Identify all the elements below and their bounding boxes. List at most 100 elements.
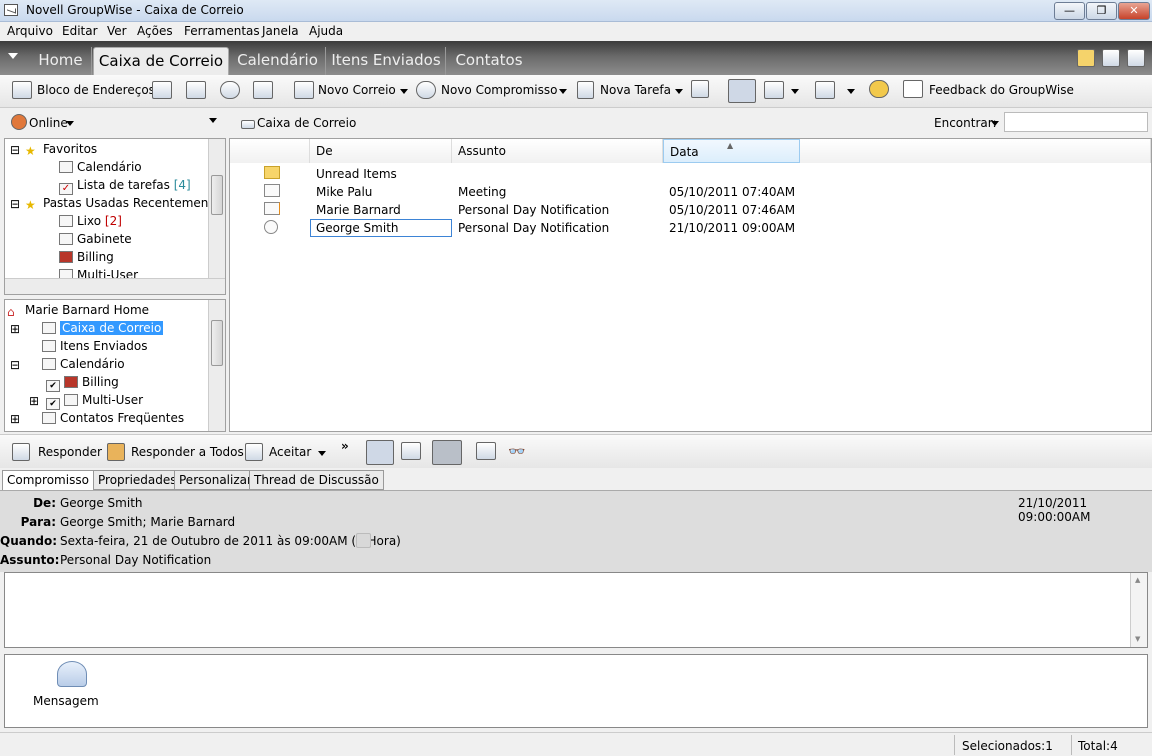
- maximize-button[interactable]: ❐: [1086, 2, 1117, 20]
- new-appointment-dropdown-icon[interactable]: [559, 89, 567, 94]
- favorites-scrollbar[interactable]: [208, 139, 225, 278]
- folders-icon[interactable]: [1077, 49, 1095, 67]
- find-label[interactable]: Encontrar:: [934, 116, 997, 130]
- folder-multi-user[interactable]: ✔ Multi-User: [46, 393, 143, 410]
- feedback-button[interactable]: Feedback do GroupWise: [929, 83, 1074, 97]
- nav-dropdown-icon[interactable]: [8, 53, 18, 59]
- tree-expander-icon[interactable]: ⊟: [10, 143, 20, 157]
- tab-home[interactable]: Home: [30, 47, 92, 75]
- tab-calendario[interactable]: Calendário: [230, 47, 326, 75]
- favorite-item-calendario[interactable]: Calendário: [59, 160, 142, 174]
- list-view-icon[interactable]: [1102, 49, 1120, 67]
- layout-icon[interactable]: [764, 81, 784, 99]
- properties-icon[interactable]: [152, 81, 172, 99]
- table-row[interactable]: Marie Barnard Personal Day Notification …: [230, 201, 1152, 219]
- tab-compromisso[interactable]: Compromisso: [2, 470, 94, 491]
- new-task-button[interactable]: Nova Tarefa: [600, 83, 671, 97]
- folder-itens-enviados[interactable]: Itens Enviados: [42, 339, 148, 353]
- accept-dropdown-icon[interactable]: [318, 451, 326, 456]
- tab-contatos[interactable]: Contatos: [447, 47, 531, 75]
- panel-menu-caret-icon[interactable]: [209, 118, 217, 123]
- tree-expander-icon[interactable]: ⊞: [29, 394, 39, 408]
- tree-expander-icon[interactable]: ⊟: [10, 358, 20, 372]
- online-status-dropdown[interactable]: Online: [29, 116, 68, 130]
- reply-all-button[interactable]: Responder a Todos: [131, 445, 244, 459]
- menu-janela[interactable]: Janela: [262, 24, 299, 38]
- tab-itens-enviados[interactable]: Itens Enviados: [327, 47, 446, 75]
- favorites-hscrollbar[interactable]: [5, 278, 225, 294]
- reminder-checkbox[interactable]: [356, 533, 371, 548]
- tab-propriedades[interactable]: Propriedades: [93, 470, 182, 490]
- menu-acoes[interactable]: Ações: [137, 24, 173, 38]
- table-view-icon[interactable]: [815, 81, 835, 99]
- folder-billing[interactable]: ✔ Billing: [46, 375, 119, 392]
- folder-tree-panel: ⌂ Marie Barnard Home ⊞ Caixa de Correio I…: [4, 299, 226, 432]
- tree-expander-icon[interactable]: ⊟: [10, 197, 20, 211]
- table-row-selected[interactable]: George Smith Personal Day Notification 2…: [230, 219, 1152, 237]
- menu-ajuda[interactable]: Ajuda: [309, 24, 343, 38]
- close-button[interactable]: ✕: [1118, 2, 1150, 20]
- favorite-item-tasklist[interactable]: ✓ Lista de tarefas [4]: [59, 178, 191, 195]
- recent-item-billing[interactable]: Billing: [59, 250, 114, 264]
- table-dropdown-icon[interactable]: [847, 89, 855, 94]
- new-task-dropdown-icon[interactable]: [675, 89, 683, 94]
- tab-caixa-de-correio[interactable]: Caixa de Correio: [93, 47, 229, 75]
- online-status-icon: [11, 114, 27, 130]
- body-scrollbar[interactable]: ▲ ▼: [1130, 573, 1147, 647]
- preview-icon[interactable]: [366, 440, 394, 465]
- attachment-icon[interactable]: [432, 440, 462, 465]
- minimize-button[interactable]: —: [1054, 2, 1085, 20]
- address-book-button[interactable]: Bloco de Endereços: [37, 83, 155, 97]
- new-mail-button[interactable]: Novo Correio: [318, 83, 396, 97]
- grid-view-icon[interactable]: [1127, 49, 1145, 67]
- more-actions-button[interactable]: »: [341, 439, 349, 453]
- find-caret-icon[interactable]: [991, 121, 999, 126]
- table-row[interactable]: Mike Palu Meeting 05/10/2011 07:40AM: [230, 183, 1152, 201]
- column-header-empty: [800, 139, 1151, 163]
- reading-pane-icon[interactable]: [728, 79, 756, 103]
- message-attachment-icon[interactable]: [57, 661, 87, 687]
- column-header-subject[interactable]: Assunto: [452, 139, 663, 163]
- forward-mail-icon[interactable]: [476, 442, 496, 460]
- recent-item-gabinete[interactable]: Gabinete: [59, 232, 132, 246]
- find-input[interactable]: [1004, 112, 1148, 132]
- print-icon[interactable]: [186, 81, 206, 99]
- checkbox-icon[interactable]: ✔: [46, 380, 60, 392]
- menu-ferramentas[interactable]: Ferramentas: [184, 24, 260, 38]
- menu-editar[interactable]: Editar: [62, 24, 98, 38]
- message-body[interactable]: ▲ ▼: [4, 572, 1148, 648]
- table-row[interactable]: Unread Items: [230, 165, 1152, 183]
- new-mail-dropdown-icon[interactable]: [400, 89, 408, 94]
- tab-thread-de-discussao[interactable]: Thread de Discussão: [249, 470, 384, 490]
- subject-label: Assunto:: [0, 553, 60, 567]
- favorites-node[interactable]: ★ Favoritos: [25, 142, 97, 158]
- home-node[interactable]: ⌂ Marie Barnard Home: [7, 303, 149, 319]
- folder-calendario[interactable]: Calendário: [42, 357, 125, 371]
- tree-expander-icon[interactable]: ⊞: [10, 322, 20, 336]
- folder-contatos-frequentes[interactable]: Contatos Freqüentes: [42, 411, 184, 425]
- reply-button[interactable]: Responder: [38, 445, 102, 459]
- new-document-icon[interactable]: [691, 80, 709, 98]
- menu-ver[interactable]: Ver: [107, 24, 127, 38]
- column-header-from[interactable]: De: [310, 139, 452, 163]
- search-icon[interactable]: [220, 81, 240, 99]
- online-caret-icon[interactable]: [66, 121, 74, 126]
- accept-button[interactable]: Aceitar: [269, 445, 311, 459]
- find-user-icon[interactable]: [253, 81, 273, 99]
- tree-expander-icon[interactable]: ⊞: [10, 412, 20, 426]
- new-appointment-button[interactable]: Novo Compromisso: [441, 83, 557, 97]
- recent-item-lixo[interactable]: Lixo [2]: [59, 214, 122, 228]
- groupwise-feedback-icon[interactable]: [869, 80, 889, 98]
- checkbox-icon[interactable]: ✔: [46, 398, 60, 410]
- layout-dropdown-icon[interactable]: [791, 89, 799, 94]
- folder-tree-scrollbar[interactable]: [208, 300, 225, 431]
- tab-personalizar[interactable]: Personalizar: [174, 470, 257, 490]
- column-header-icon[interactable]: [230, 139, 310, 163]
- glasses-icon[interactable]: 👓: [508, 444, 525, 460]
- menu-arquivo[interactable]: Arquivo: [7, 24, 53, 38]
- folder-caixa-de-correio[interactable]: Caixa de Correio: [42, 321, 164, 335]
- message-attachment-label[interactable]: Mensagem: [33, 694, 99, 708]
- message-date: 21/10/2011 09:00:00AM: [1018, 496, 1091, 524]
- document-view-icon[interactable]: [401, 442, 421, 460]
- recent-folders-node[interactable]: ★ Pastas Usadas Recentemente: [25, 196, 220, 212]
